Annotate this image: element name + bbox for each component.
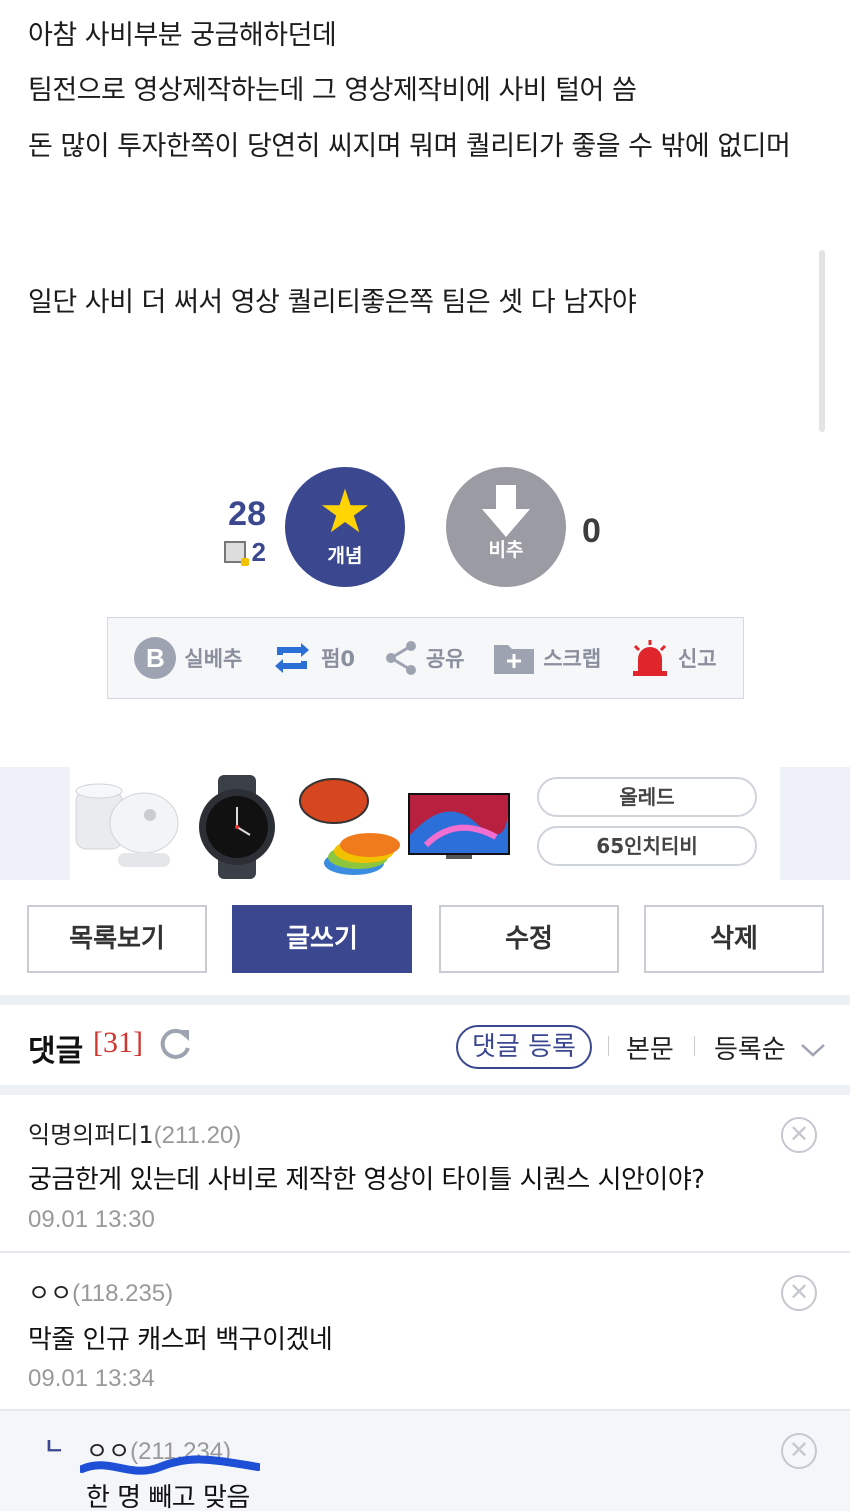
scrap-label: 스크랩 xyxy=(543,647,602,671)
section-divider xyxy=(0,1085,850,1095)
downvote-count: 0 xyxy=(582,512,601,550)
ad-keyword-oled[interactable]: 올레드 xyxy=(537,777,757,817)
edit-button[interactable]: 수정 xyxy=(439,905,619,973)
ad-keyword-65inch-tv[interactable]: 65인치티비 xyxy=(537,826,757,866)
silbe-button[interactable]: B 실베추 xyxy=(134,637,242,679)
ad-banner: 올레드 65인치티비 xyxy=(0,767,850,880)
reply-indicator-icon: ㄴ xyxy=(44,1435,65,1460)
close-icon[interactable]: ✕ xyxy=(781,1433,817,1469)
scrollbar[interactable] xyxy=(819,250,825,432)
comment-item: ㅇㅇ(118.235) 막줄 인규 캐스퍼 백구이겠네 09.01 13:34 … xyxy=(0,1253,850,1409)
upvote-button[interactable]: ★ 개념 xyxy=(285,467,405,587)
divider xyxy=(608,1036,609,1056)
article-line: 아참 사비부분 궁금해하던데 xyxy=(28,20,337,51)
repost-label: 펌0 xyxy=(321,647,356,671)
article-action-bar: B 실베추 펌0 공유 스크랩 신고 xyxy=(107,617,744,699)
comment-ip: (118.235) xyxy=(72,1280,174,1307)
close-icon[interactable]: ✕ xyxy=(781,1275,817,1311)
list-button[interactable]: 목록보기 xyxy=(27,905,207,973)
comment-register-button[interactable]: 댓글 등록 xyxy=(456,1025,592,1069)
upvote-counts: 28 2 xyxy=(190,494,266,570)
repost-button[interactable]: 펌0 xyxy=(271,641,355,675)
comment-author[interactable]: 익명의퍼디1(211.20) xyxy=(28,1115,241,1150)
reply-item: ㄴ ㅇㅇ(211.234) 한 명 빼고 맞음 ✕ xyxy=(0,1411,850,1511)
write-button[interactable]: 글쓰기 xyxy=(232,905,412,973)
delete-button[interactable]: 삭제 xyxy=(644,905,824,973)
report-button[interactable]: 신고 xyxy=(630,639,717,677)
sort-order-label: 등록순 xyxy=(714,1035,786,1065)
oled-tv-image xyxy=(408,793,510,859)
comment-text: 한 명 빼고 맞음 xyxy=(86,1483,250,1511)
down-arrow-icon xyxy=(482,485,530,537)
refresh-icon[interactable] xyxy=(158,1026,192,1062)
comment-author[interactable]: ㅇㅇ(118.235) xyxy=(28,1273,173,1308)
share-label: 공유 xyxy=(425,647,465,671)
section-divider xyxy=(0,995,850,1005)
smartwatch-image xyxy=(199,775,275,879)
agility-cones-image xyxy=(299,778,400,875)
comment-item: 익명의퍼디1(211.20) 궁금한게 있는데 사비로 제작한 영상이 타이틀 … xyxy=(0,1095,850,1251)
comment-nick: 익명의퍼디1 xyxy=(28,1121,154,1149)
repost-icon xyxy=(275,643,310,673)
siren-icon xyxy=(632,640,667,676)
chevron-down-icon xyxy=(801,1044,825,1057)
article-line: 팀전으로 영상제작하는데 그 영상제작비에 사비 털어 씀 xyxy=(28,75,637,106)
report-label: 신고 xyxy=(677,647,717,671)
share-button[interactable]: 공유 xyxy=(384,640,465,676)
folder-plus-icon xyxy=(494,645,535,674)
sort-order-dropdown[interactable]: 등록순 xyxy=(714,1029,826,1066)
sort-body-button[interactable]: 본문 xyxy=(626,1029,674,1066)
star-icon: ★ xyxy=(318,477,372,547)
comment-text: 막줄 인규 캐스퍼 백구이겠네 xyxy=(28,1325,333,1355)
article-line: 일단 사비 더 써서 영상 퀄리티좋은쪽 팀은 셋 다 남자야 xyxy=(28,287,637,318)
upvote-count: 28 xyxy=(228,495,266,533)
scrap-button[interactable]: 스크랩 xyxy=(493,641,601,675)
comment-nick: ㅇㅇ xyxy=(28,1279,73,1307)
share-icon xyxy=(385,641,416,675)
comment-date: 09.01 13:30 xyxy=(28,1206,155,1233)
fixed-user-icon xyxy=(223,541,249,566)
comments-title: 댓글 xyxy=(28,1034,84,1069)
b-badge-icon: B xyxy=(134,637,177,679)
article-line: 돈 많이 투자한쪽이 당연히 씨지며 뭐며 퀄리티가 좋을 수 밖에 없디머 xyxy=(28,131,791,162)
comments-header: 댓글 [31] 댓글 등록 본문 등록순 xyxy=(28,1022,828,1070)
downvote-label: 비추 xyxy=(488,539,524,561)
downvote-button[interactable]: 비추 xyxy=(446,467,566,587)
comments-count: [31] xyxy=(93,1026,143,1059)
close-icon[interactable]: ✕ xyxy=(781,1117,817,1153)
fixed-upvote-count: 2 xyxy=(251,537,266,567)
comment-text: 궁금한게 있는데 사비로 제작한 영상이 타이틀 시퀀스 시안이야? xyxy=(28,1165,705,1195)
ad-content[interactable]: 올레드 65인치티비 xyxy=(70,767,780,880)
humidifier-image xyxy=(75,783,179,867)
comment-ip: (211.20) xyxy=(153,1122,242,1149)
upvote-label: 개념 xyxy=(327,545,363,567)
silbe-label: 실베추 xyxy=(184,647,243,671)
divider xyxy=(694,1036,695,1056)
comment-date: 09.01 13:34 xyxy=(28,1365,155,1392)
